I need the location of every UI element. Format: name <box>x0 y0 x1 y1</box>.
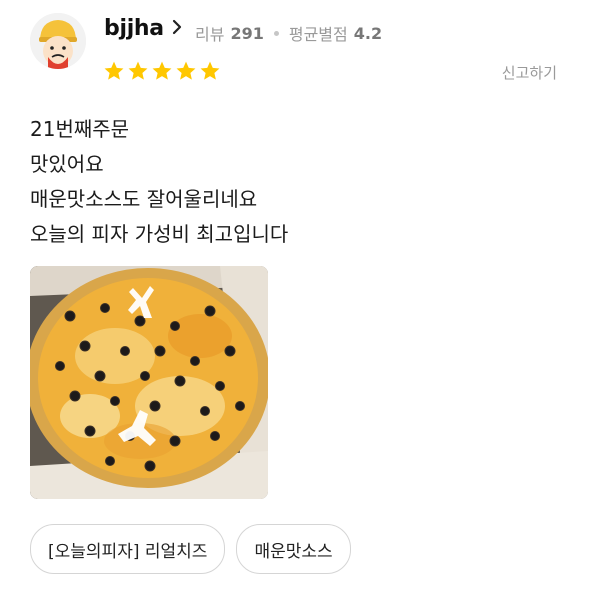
avatar[interactable] <box>30 13 86 69</box>
review-photo[interactable] <box>30 266 268 499</box>
reviewer-stats: 리뷰 291 평균별점 4.2 <box>195 21 382 45</box>
report-button[interactable]: 신고하기 <box>502 62 557 83</box>
star-icon <box>127 60 149 86</box>
star-icon <box>199 60 221 86</box>
review-count-label: 리뷰 <box>195 25 225 44</box>
menu-tag[interactable]: [오늘의피자] 리얼치즈 <box>30 524 226 574</box>
review-line: 21번째주문 <box>30 117 130 141</box>
star-icon <box>175 60 197 86</box>
avatar-character-icon <box>30 13 86 69</box>
pizza-photo <box>30 266 268 499</box>
review-line: 맛있어요 <box>30 152 104 176</box>
review-text: 21번째주문 맛있어요 매운맛소스도 잘어울리네요 오늘의 피자 가성비 최고입… <box>30 112 288 252</box>
avg-rating-value: 4.2 <box>353 23 383 43</box>
chevron-right-icon <box>172 16 182 41</box>
review-line: 매운맛소스도 잘어울리네요 <box>30 187 258 211</box>
review-line: 오늘의 피자 가성비 최고입니다 <box>30 222 289 246</box>
star-icon <box>151 60 173 86</box>
avg-rating-label: 평균별점 <box>288 25 348 44</box>
reviewer-name-link[interactable]: bjjha <box>104 16 182 41</box>
menu-tags: [오늘의피자] 리얼치즈 매운맛소스 <box>30 524 351 574</box>
star-rating <box>103 60 221 86</box>
menu-tag[interactable]: 매운맛소스 <box>236 524 351 574</box>
reviewer-name: bjjha <box>104 16 164 41</box>
review-count: 291 <box>230 23 264 43</box>
separator-dot <box>273 30 279 36</box>
star-icon <box>103 60 125 86</box>
